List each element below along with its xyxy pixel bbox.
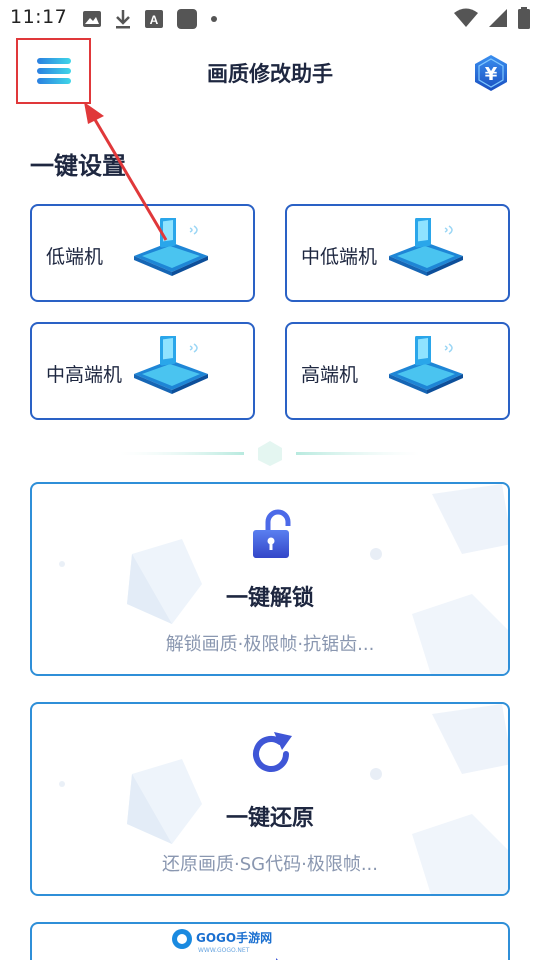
font-a-icon: A bbox=[145, 10, 163, 28]
tier-label: 高端机 bbox=[301, 364, 359, 386]
phone-platform-illustration bbox=[134, 218, 208, 276]
tier-card-low-end[interactable]: 低端机 bbox=[30, 204, 255, 302]
unlock-icon bbox=[253, 509, 291, 558]
phone-platform-illustration bbox=[389, 218, 463, 276]
image-icon bbox=[83, 11, 101, 27]
dot-icon bbox=[211, 16, 217, 22]
phone-platform-illustration bbox=[389, 336, 463, 394]
battery-icon bbox=[518, 7, 530, 29]
watermark-subtext: WWW.GOGO.NET bbox=[198, 947, 250, 954]
status-icons-left: A bbox=[82, 8, 218, 30]
status-bar: 11:17 A bbox=[0, 0, 540, 36]
one-click-restore-card[interactable]: 一键还原 还原画质·SG代码·极限帧... bbox=[30, 702, 510, 896]
one-click-unlock-card[interactable]: 一键解锁 解锁画质·极限帧·抗锯齿... bbox=[30, 482, 510, 676]
svg-text:A: A bbox=[150, 13, 159, 27]
action-title: 一键解锁 bbox=[225, 586, 314, 611]
phone-platform-illustration bbox=[134, 336, 208, 394]
tier-card-mid-low-end[interactable]: 中低端机 bbox=[285, 204, 510, 302]
gogo-watermark-logo: GOGO手游网 WWW.GOGO.NET bbox=[172, 929, 272, 954]
page-title: 画质修改助手 bbox=[207, 62, 333, 86]
signal-icon bbox=[489, 9, 507, 27]
tier-label: 中低端机 bbox=[301, 246, 378, 268]
download-icon bbox=[116, 10, 130, 29]
section-divider bbox=[120, 441, 420, 466]
watermark-text: GOGO手游网 bbox=[196, 930, 272, 945]
action-title: 一键还原 bbox=[225, 806, 314, 831]
wifi-icon bbox=[454, 8, 478, 27]
square-icon bbox=[177, 9, 197, 29]
section-title-one-click-settings: 一键设置 bbox=[30, 152, 126, 180]
app-header: 画质修改助手 ¥ bbox=[0, 36, 540, 108]
tier-card-high-end[interactable]: 高端机 bbox=[285, 322, 510, 420]
status-icons-right bbox=[454, 7, 530, 29]
status-time: 11:17 bbox=[10, 6, 68, 28]
tier-label: 低端机 bbox=[46, 246, 104, 268]
yuan-coin-icon[interactable]: ¥ bbox=[472, 54, 510, 92]
coin-symbol: ¥ bbox=[485, 64, 498, 85]
action-subtitle: 解锁画质·极限帧·抗锯齿... bbox=[165, 634, 375, 655]
tier-label: 中高端机 bbox=[46, 364, 123, 386]
tier-card-mid-high-end[interactable]: 中高端机 bbox=[30, 322, 255, 420]
refresh-icon bbox=[253, 732, 292, 772]
action-subtitle: 还原画质·SG代码·极限帧... bbox=[162, 854, 378, 875]
